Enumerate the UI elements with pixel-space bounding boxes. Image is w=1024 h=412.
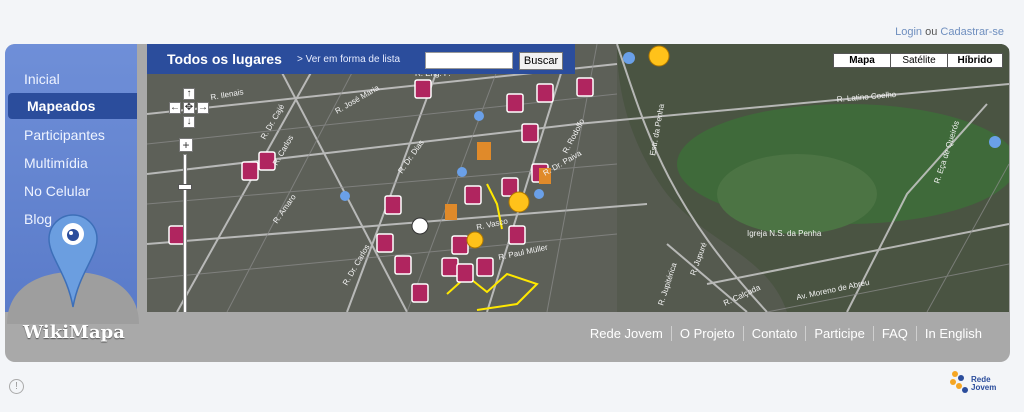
pan-left-icon[interactable]: ←: [169, 102, 181, 114]
footer-link-o-projeto[interactable]: O Projeto: [670, 326, 743, 341]
zoom-slider-track[interactable]: [183, 154, 187, 312]
footer-link-rede-jovem[interactable]: Rede Jovem: [582, 326, 671, 341]
footer-link-in-english[interactable]: In English: [915, 326, 990, 341]
page-title: Todos os lugares: [167, 51, 282, 67]
zoom-in-icon[interactable]: +: [179, 138, 193, 152]
map-type-mapa-button[interactable]: Mapa: [833, 53, 891, 68]
footer-link-contato[interactable]: Contato: [742, 326, 806, 341]
sidebar-item-no-celular[interactable]: No Celular: [5, 178, 137, 204]
auth-links: Login ou Cadastrar-se: [895, 26, 1004, 38]
footer-link-participe[interactable]: Participe: [805, 326, 873, 341]
pan-center-icon[interactable]: ✥: [183, 102, 195, 114]
main-frame: Inicial Mapeados Participantes Multimídi…: [5, 44, 1010, 362]
zoom-control: ↑ ← ✥ → ↓ +: [169, 84, 209, 312]
zoom-slider-thumb[interactable]: [178, 184, 192, 190]
footer-link-faq[interactable]: FAQ: [872, 326, 916, 341]
sidebar-item-multimidia[interactable]: Multimídia: [5, 150, 137, 176]
auth-or-text: ou: [925, 26, 938, 38]
list-view-link[interactable]: > Ver em forma de lista: [297, 54, 400, 65]
map-type-hibrido-button[interactable]: Híbrido: [947, 53, 1003, 68]
sidebar-item-participantes[interactable]: Participantes: [5, 122, 137, 148]
church-label: Igreja N.S. da Penha: [747, 229, 822, 238]
info-icon[interactable]: !: [9, 379, 24, 394]
map-header: Todos os lugares > Ver em forma de lista…: [147, 44, 575, 74]
sidebar-item-mapeados[interactable]: Mapeados: [8, 93, 137, 119]
login-link[interactable]: Login: [895, 26, 922, 38]
rede-jovem-logo-text: Rede Jovem: [971, 375, 997, 392]
site-logo[interactable]: WikiMapa: [23, 322, 125, 343]
pan-down-icon[interactable]: ↓: [183, 116, 195, 128]
footer-nav: Rede Jovem O Projeto Contato Participe F…: [582, 326, 990, 341]
map-canvas[interactable]: R. Eng. P. R. José Maria R. Dr. Cajé R. …: [147, 44, 1009, 312]
satellite-imagery: R. Eng. P. R. José Maria R. Dr. Cajé R. …: [147, 44, 1009, 312]
pan-right-icon[interactable]: →: [197, 102, 209, 114]
search-button[interactable]: Buscar: [519, 52, 563, 70]
sidebar-item-inicial[interactable]: Inicial: [5, 66, 137, 92]
map-type-satelite-button[interactable]: Satélite: [890, 53, 948, 68]
pan-up-icon[interactable]: ↑: [183, 88, 195, 100]
mascot-pin-icon: [7, 214, 139, 324]
search-input[interactable]: [425, 52, 513, 69]
signup-link[interactable]: Cadastrar-se: [940, 26, 1004, 38]
